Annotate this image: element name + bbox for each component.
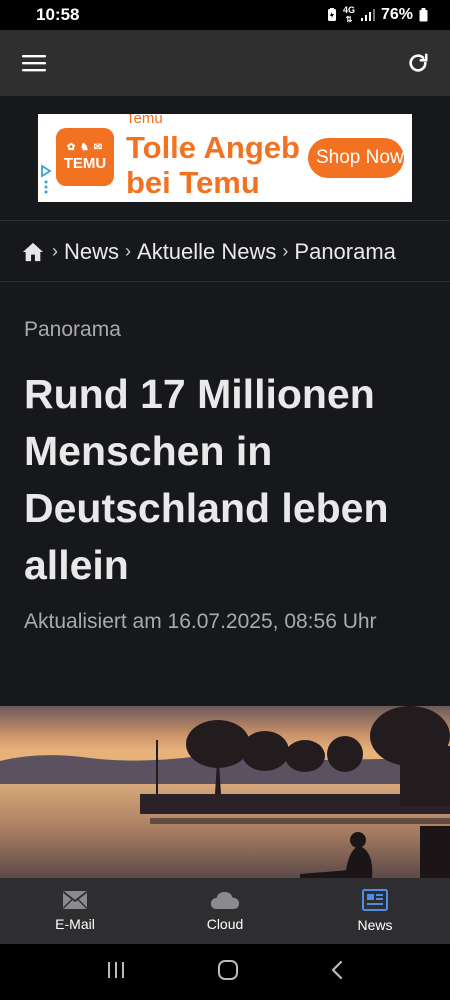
- status-time: 10:58: [36, 5, 80, 24]
- refresh-icon[interactable]: [404, 49, 432, 77]
- ad-choices-icon[interactable]: [40, 164, 52, 194]
- news-icon: [362, 889, 388, 911]
- shop-now-button[interactable]: Shop Now: [308, 138, 404, 178]
- temu-logo-text: TEMU: [63, 155, 107, 172]
- nav-label-news: News: [357, 917, 393, 933]
- status-bar: 10:58 4G ⇅ 76%: [0, 0, 450, 30]
- home-icon[interactable]: [22, 241, 44, 263]
- ad-headline-line1: Tolle Angeb: [126, 130, 300, 165]
- app-bar: [0, 30, 450, 96]
- battery-saver-icon: [327, 8, 337, 22]
- system-navigation-bar: [0, 944, 450, 1000]
- battery-icon: [419, 8, 428, 22]
- breadcrumb-separator: ›: [125, 241, 132, 261]
- article-updated-timestamp: Aktualisiert am 16.07.2025, 08:56 Uhr: [24, 610, 377, 633]
- recents-icon[interactable]: [106, 961, 126, 984]
- breadcrumb: › News › Aktuelle News › Panorama: [0, 222, 450, 282]
- article-hero-image[interactable]: [0, 706, 450, 878]
- temu-logo: ✿ ♞ ✉ TEMU: [56, 128, 114, 186]
- temu-ad-banner[interactable]: ✿ ♞ ✉ TEMU Temu Tolle Angeb bei Temu Sho…: [38, 114, 412, 202]
- network-type-label: 4G: [342, 5, 355, 15]
- nav-item-news[interactable]: News: [300, 878, 450, 944]
- breadcrumb-item-aktuelle-news[interactable]: Aktuelle News: [137, 239, 276, 265]
- ad-headline: Tolle Angeb bei Temu: [126, 130, 300, 200]
- cloud-icon: [211, 892, 239, 909]
- breadcrumb-item-news[interactable]: News: [64, 239, 119, 265]
- article-title: Rund 17 Millionen Menschen in Deutschlan…: [24, 371, 389, 588]
- back-icon[interactable]: [330, 960, 344, 985]
- network-type-icon: 4G ⇅: [342, 5, 355, 25]
- battery-level: 76%: [380, 6, 413, 23]
- breadcrumb-separator: ›: [52, 241, 58, 261]
- nav-label-email: E-Mail: [55, 916, 95, 932]
- breadcrumb-separator: ›: [282, 241, 289, 261]
- breadcrumb-item-panorama[interactable]: Panorama: [294, 239, 396, 265]
- article-category[interactable]: Panorama: [24, 318, 121, 342]
- hamburger-menu-icon[interactable]: [20, 49, 48, 77]
- ad-brand-small: Temu: [126, 114, 163, 127]
- nav-label-cloud: Cloud: [206, 916, 244, 932]
- ad-headline-line2: bei Temu: [126, 165, 260, 200]
- status-icons: 4G ⇅ 76%: [327, 6, 428, 24]
- nav-item-email[interactable]: E-Mail: [0, 878, 150, 944]
- temu-logo-glyphs: ✿ ♞ ✉: [66, 142, 104, 153]
- signal-icon: [360, 9, 375, 21]
- bottom-navigation: E-Mail Cloud News: [0, 878, 450, 944]
- home-button-icon[interactable]: [217, 959, 239, 986]
- nav-item-cloud[interactable]: Cloud: [150, 878, 300, 944]
- ad-container: ✿ ♞ ✉ TEMU Temu Tolle Angeb bei Temu Sho…: [0, 96, 450, 221]
- mail-icon: [62, 891, 88, 909]
